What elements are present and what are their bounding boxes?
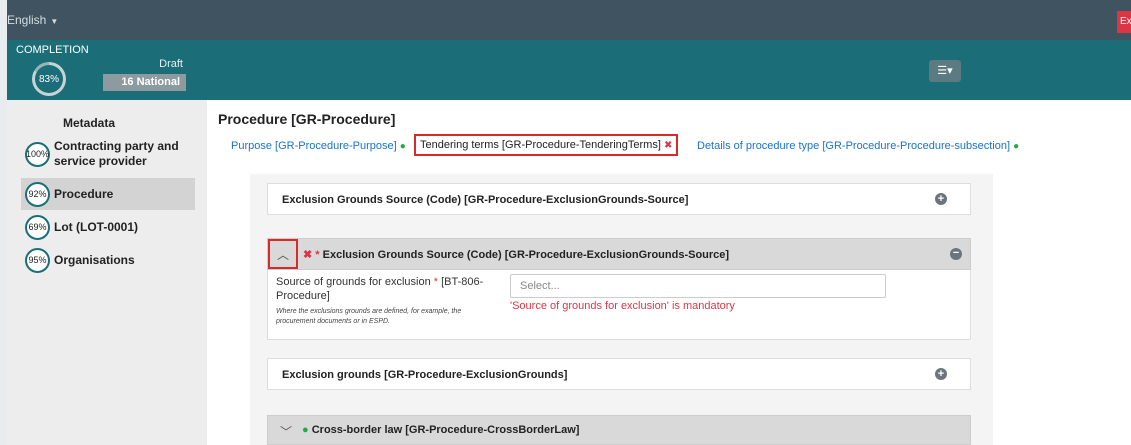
- check-circle-icon: ●: [399, 141, 406, 152]
- top-bar: English▼ Exit: [7, 0, 1131, 40]
- sliders-icon: ☰▾: [937, 65, 953, 77]
- language-label: English: [7, 13, 47, 27]
- required-marker: *: [433, 276, 439, 288]
- validation-error: 'Source of grounds for exclusion' is man…: [510, 300, 735, 312]
- completion-progress-ring: 83%: [32, 62, 66, 96]
- field-label-text: Source of grounds for exclusion: [276, 276, 431, 288]
- caret-down-icon: ▼: [50, 17, 59, 26]
- status-label: Draft: [159, 58, 183, 70]
- exit-button[interactable]: Exit: [1117, 11, 1131, 33]
- progress-badge: 92%: [25, 181, 50, 207]
- add-circle-icon[interactable]: +: [935, 193, 947, 205]
- section-exclusion-grounds[interactable]: Exclusion grounds [GR-Procedure-Exclusio…: [267, 358, 971, 390]
- tab-label: Tendering terms [GR-Procedure-TenderingT…: [420, 139, 661, 151]
- tab-purpose[interactable]: Purpose [GR-Procedure-Purpose] ●: [231, 140, 406, 152]
- collapse-chevron-up-icon[interactable]: ︿: [268, 239, 298, 269]
- add-circle-icon[interactable]: +: [935, 368, 947, 380]
- sidebar-item-lot[interactable]: 69% Lot (LOT-0001): [25, 213, 187, 241]
- status-badge: 16 National: [103, 74, 186, 91]
- filter-settings-button[interactable]: ☰▾: [929, 60, 961, 82]
- completion-percent: 83%: [35, 65, 63, 93]
- completion-band: COMPLETION 83% Draft 16 National ☰▾: [7, 40, 1131, 100]
- section-cross-border-law[interactable]: ﹀ ● Cross-border law [GR-Procedure-Cross…: [267, 415, 971, 445]
- section-exclusion-grounds-source-expanded: ︿ ✖ * Exclusion Grounds Source (Code) [G…: [267, 238, 971, 270]
- section-exclusion-grounds-source[interactable]: Exclusion Grounds Source (Code) [GR-Proc…: [267, 183, 971, 215]
- error-circle-icon: ✖: [663, 140, 673, 151]
- check-circle-icon: ●: [302, 424, 309, 436]
- section-title: ● Cross-border law [GR-Procedure-CrossBo…: [302, 424, 579, 436]
- form-panel: Exclusion Grounds Source (Code) [GR-Proc…: [250, 174, 993, 445]
- app-frame: English▼ Exit COMPLETION 83% Draft 16 Na…: [7, 0, 1131, 445]
- tab-label: Purpose [GR-Procedure-Purpose]: [231, 140, 397, 152]
- section-title-text: Exclusion Grounds Source (Code) [GR-Proc…: [322, 249, 730, 261]
- section-title-text: Cross-border law [GR-Procedure-CrossBord…: [311, 424, 580, 436]
- section-title: Exclusion Grounds Source (Code) [GR-Proc…: [282, 194, 689, 206]
- field-help-text: Where the exclusions grounds are defined…: [276, 308, 462, 325]
- required-marker: *: [315, 249, 320, 261]
- sidebar-item-procedure[interactable]: 92% Procedure: [21, 178, 195, 210]
- remove-circle-icon[interactable]: −: [950, 248, 962, 260]
- tab-label: Details of procedure type [GR-Procedure-…: [697, 140, 1011, 152]
- source-grounds-select[interactable]: Select...: [510, 274, 886, 298]
- page-title: Procedure [GR-Procedure]: [218, 111, 396, 127]
- progress-badge: 95%: [25, 247, 50, 273]
- language-selector[interactable]: English ▼: [7, 13, 58, 27]
- section-body: Source of grounds for exclusion * [BT-80…: [267, 270, 971, 340]
- error-circle-icon: ✖: [303, 249, 313, 261]
- sidebar-item-label: Organisations: [54, 252, 135, 267]
- field-label: Source of grounds for exclusion * [BT-80…: [276, 275, 494, 303]
- check-circle-icon: ●: [1013, 141, 1020, 152]
- chevron-down-icon[interactable]: ﹀: [280, 423, 292, 440]
- sidebar-item-contracting-party[interactable]: 100% Contracting party and service provi…: [25, 136, 187, 172]
- tab-procedure-type[interactable]: Details of procedure type [GR-Procedure-…: [697, 140, 1019, 152]
- tab-tendering-terms[interactable]: Tendering terms [GR-Procedure-TenderingT…: [414, 134, 679, 156]
- completion-label: COMPLETION: [16, 44, 89, 56]
- sidebar-title: Metadata: [63, 116, 116, 130]
- main-content: Procedure [GR-Procedure] Purpose [GR-Pro…: [207, 100, 1131, 445]
- section-title: Exclusion grounds [GR-Procedure-Exclusio…: [282, 369, 568, 381]
- sidebar-item-label: Contracting party and service provider: [54, 139, 179, 168]
- sidebar: Metadata 100% Contracting party and serv…: [7, 100, 207, 445]
- section-title: ✖ * Exclusion Grounds Source (Code) [GR-…: [303, 248, 729, 261]
- sidebar-item-organisations[interactable]: 95% Organisations: [25, 246, 187, 274]
- progress-badge: 69%: [25, 214, 50, 240]
- progress-badge: 100%: [25, 141, 50, 167]
- sidebar-item-label: Procedure: [54, 186, 114, 201]
- sidebar-item-label: Lot (LOT-0001): [54, 219, 139, 234]
